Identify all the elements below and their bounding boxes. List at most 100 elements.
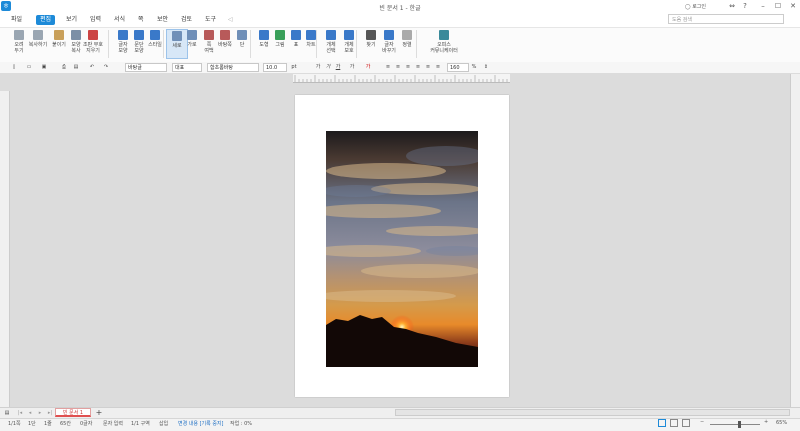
- help-button[interactable]: ?: [738, 2, 752, 10]
- ribbon-button-label: 가로: [187, 42, 197, 48]
- zoom-slider[interactable]: [710, 424, 760, 425]
- strikethrough-icon[interactable]: 가: [348, 63, 356, 72]
- menu-file[interactable]: 파일: [7, 15, 26, 25]
- zoom-out-icon[interactable]: −: [700, 419, 704, 425]
- underline-icon[interactable]: 가: [334, 63, 342, 72]
- tab-first-icon[interactable]: |◂: [16, 409, 24, 418]
- help-search-input[interactable]: 도움 검색: [668, 14, 784, 24]
- menu-page[interactable]: 쪽: [134, 15, 148, 25]
- login-link[interactable]: ◯ 로그인: [685, 3, 706, 10]
- spacing-stepper-icon[interactable]: ⇕: [482, 63, 490, 72]
- open-folder-icon[interactable]: ▭: [25, 63, 33, 72]
- ribbon-button-16[interactable]: 차트: [300, 29, 322, 59]
- print-icon[interactable]: ⎙: [60, 63, 68, 72]
- save-icon[interactable]: ▣: [40, 63, 48, 72]
- ribbon-button-icon: [118, 30, 128, 40]
- ribbon-button-icon: [366, 30, 376, 40]
- ribbon-button-21[interactable]: 정렬: [396, 29, 418, 59]
- status-input-mode[interactable]: 문자 입력: [103, 420, 123, 427]
- ribbon-button-label: 오려 두기: [14, 42, 24, 54]
- menu-security[interactable]: 보안: [153, 15, 172, 25]
- ribbon-toggle-icon[interactable]: ⇔: [725, 2, 739, 10]
- ribbon-button-label: 스타일: [148, 42, 162, 48]
- ribbon-button-label: 오피스 커뮤니케이터: [430, 42, 458, 54]
- ribbon-button-label: 차트: [306, 42, 316, 48]
- redo-icon[interactable]: ↷: [102, 63, 110, 72]
- tab-next-icon[interactable]: ▸: [36, 409, 44, 418]
- menu-tools[interactable]: 도구: [201, 15, 220, 25]
- close-button[interactable]: ✕: [786, 2, 800, 10]
- ribbon-separator: [316, 30, 317, 58]
- ribbon-button-label: 바탕쪽: [218, 42, 232, 48]
- preview-icon[interactable]: ▤: [72, 63, 80, 72]
- undo-icon[interactable]: ↶: [88, 63, 96, 72]
- horizontal-scrollbar[interactable]: [395, 409, 790, 416]
- style-select[interactable]: 바탕글: [125, 63, 167, 72]
- sunset-photo[interactable]: [326, 131, 478, 367]
- zoom-in-icon[interactable]: +: [764, 419, 768, 425]
- ribbon-button-22[interactable]: 오피스 커뮤니케이터: [424, 29, 464, 59]
- vertical-ruler[interactable]: [0, 91, 10, 407]
- ribbon-button-icon: [275, 30, 285, 40]
- tab-prev-icon[interactable]: ◂: [26, 409, 34, 418]
- tab-document-1[interactable]: 빈 문서 1: [55, 408, 91, 417]
- ribbon-button-4[interactable]: 조판 부호 지우기: [82, 29, 104, 59]
- vertical-scrollbar[interactable]: [790, 74, 800, 407]
- tab-list-icon[interactable]: ▤: [3, 409, 11, 418]
- view-page-icon[interactable]: [658, 419, 666, 427]
- language-select[interactable]: 대표: [172, 63, 202, 72]
- align-distribute-icon[interactable]: ≡: [424, 63, 432, 72]
- line-spacing-input[interactable]: 160: [447, 63, 469, 72]
- status-section: 1단: [28, 421, 36, 427]
- view-multi-icon[interactable]: [682, 419, 690, 427]
- line-spacing-unit[interactable]: %: [470, 63, 478, 72]
- tab-last-icon[interactable]: ▸|: [46, 409, 54, 418]
- menu-review[interactable]: 검토: [177, 15, 196, 25]
- align-center-icon[interactable]: ≡: [404, 63, 412, 72]
- ribbon-button-label: 표: [293, 42, 299, 48]
- ribbon-button-label: 문단 모양: [134, 42, 144, 54]
- horizontal-ruler[interactable]: [293, 74, 510, 83]
- view-fit-icon[interactable]: [670, 419, 678, 427]
- status-tasks: 작업 : 0%: [230, 421, 252, 427]
- zoom-slider-thumb[interactable]: [738, 421, 741, 428]
- ribbon-button-icon: [14, 30, 24, 40]
- align-right-icon[interactable]: ≡: [414, 63, 422, 72]
- align-justify-icon[interactable]: ≡: [384, 63, 392, 72]
- ribbon-button-icon: [187, 30, 197, 40]
- font-size-unit[interactable]: pt: [288, 63, 300, 72]
- ribbon-separator: [163, 30, 164, 58]
- font-select[interactable]: 함초롬바탕: [207, 63, 259, 72]
- ribbon-button-label: 글자 바꾸기: [382, 42, 396, 54]
- italic-icon[interactable]: 가: [324, 63, 332, 72]
- status-page[interactable]: 1/1쪽: [8, 420, 21, 427]
- maximize-button[interactable]: ☐: [771, 2, 785, 10]
- minimize-button[interactable]: –: [756, 2, 770, 10]
- add-tab-button[interactable]: +: [95, 408, 103, 417]
- font-size-input[interactable]: 10.0: [263, 63, 287, 72]
- menu-format[interactable]: 서식: [110, 15, 129, 25]
- menu-more-icon[interactable]: ◁: [224, 15, 237, 25]
- ribbon-separator: [250, 30, 251, 58]
- ribbon-button-icon: [402, 30, 412, 40]
- ribbon-button-label: 모양 복사: [71, 42, 81, 54]
- ribbon-button-icon: [306, 30, 316, 40]
- zoom-level[interactable]: 65%: [776, 420, 787, 426]
- ribbon-button-1[interactable]: 복사하기: [27, 29, 49, 59]
- menu-edit[interactable]: 편집: [36, 15, 56, 25]
- align-split-icon[interactable]: ≡: [434, 63, 442, 72]
- menu-insert[interactable]: 입력: [86, 15, 105, 25]
- status-track-changes[interactable]: 변경 내용 [기록 중지]: [178, 420, 223, 427]
- menu-view[interactable]: 보기: [62, 15, 81, 25]
- ribbon-button-label: 복사하기: [28, 42, 48, 48]
- align-left-icon[interactable]: ≡: [394, 63, 402, 72]
- new-doc-icon[interactable]: ▯: [10, 63, 18, 72]
- ribbon-button-icon: [237, 30, 247, 40]
- status-line: 1줄: [44, 421, 52, 427]
- status-insert-mode[interactable]: 삽입: [159, 420, 168, 427]
- ribbon-separator: [416, 30, 417, 58]
- status-char-count: 0글자: [80, 421, 93, 427]
- ribbon-button-label: 글자 모양: [118, 42, 128, 54]
- bold-icon[interactable]: 가: [314, 63, 322, 72]
- font-color-icon[interactable]: 가: [364, 63, 372, 72]
